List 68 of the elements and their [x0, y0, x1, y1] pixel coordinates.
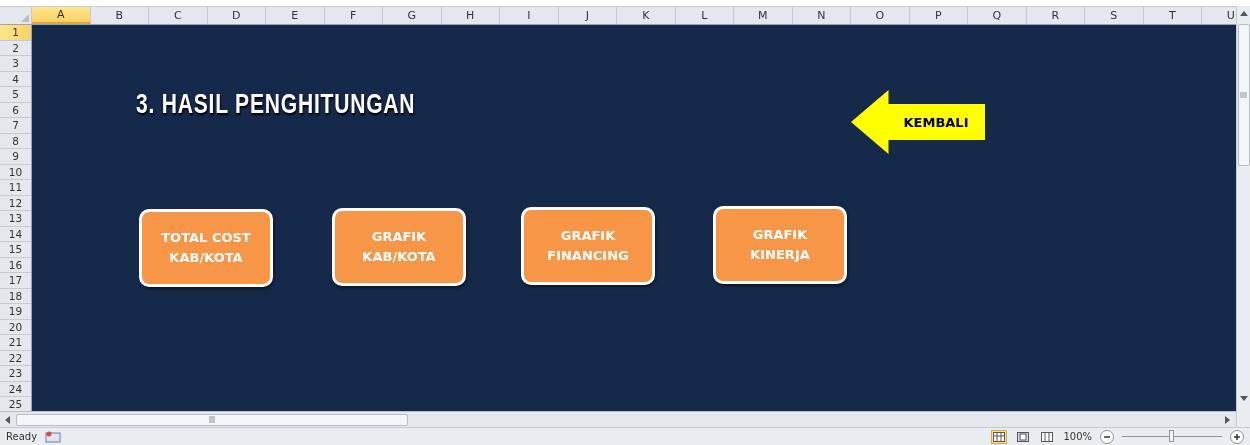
row-header[interactable]: 21	[0, 335, 31, 351]
row-header[interactable]: 8	[0, 133, 31, 149]
triangle-icon	[21, 14, 29, 22]
row-header[interactable]: 4	[0, 71, 31, 87]
row-header[interactable]: 16	[0, 257, 31, 273]
row-header[interactable]: 1	[0, 25, 31, 41]
view-button[interactable]	[991, 429, 1008, 444]
row-header[interactable]: 22	[0, 350, 31, 366]
sheet-title: 3. HASIL PENGHITUNGAN	[136, 89, 416, 120]
row-header[interactable]: 9	[0, 149, 31, 165]
scroll-right-icon[interactable]	[1224, 415, 1232, 424]
row-header[interactable]: 2	[0, 40, 31, 56]
row-header[interactable]: 5	[0, 87, 31, 103]
row-header[interactable]: 15	[0, 242, 31, 258]
column-header[interactable]: B	[90, 7, 149, 24]
scroll-down-icon[interactable]	[1239, 395, 1248, 403]
row-header[interactable]: 13	[0, 211, 31, 227]
view-button[interactable]	[1015, 429, 1032, 444]
row-header[interactable]: 23	[0, 366, 31, 382]
back-arrow-button[interactable]: KEMBALI	[851, 90, 985, 154]
column-header[interactable]: K	[617, 7, 676, 24]
grip-icon	[209, 416, 215, 423]
scrollbar-thumb[interactable]	[16, 413, 408, 426]
row-header[interactable]: 19	[0, 304, 31, 320]
zoom-level: 100%	[1063, 431, 1092, 442]
row-header[interactable]: 11	[0, 180, 31, 196]
macro-record-icon[interactable]	[45, 430, 62, 443]
columns-icon	[1041, 431, 1054, 442]
column-header[interactable]: P	[909, 7, 968, 24]
slider-thumb[interactable]	[1169, 429, 1174, 442]
grip-icon	[1240, 92, 1247, 98]
column-header[interactable]: L	[675, 7, 734, 24]
zoom-out-button[interactable]	[1100, 429, 1114, 444]
column-header[interactable]: H	[441, 7, 500, 24]
scrollbar-thumb[interactable]	[1237, 24, 1250, 166]
scroll-up-icon[interactable]	[1239, 10, 1248, 18]
column-header[interactable]: M	[734, 7, 793, 24]
column-header[interactable]: J	[558, 7, 617, 24]
plus-icon	[1233, 432, 1241, 441]
zoom-in-button[interactable]	[1230, 429, 1244, 444]
column-header[interactable]: D	[207, 7, 266, 24]
row-header[interactable]: 12	[0, 195, 31, 211]
column-header[interactable]: E	[266, 7, 325, 24]
row-header[interactable]: 14	[0, 226, 31, 242]
column-header[interactable]: O	[851, 7, 910, 24]
row-header[interactable]: 18	[0, 288, 31, 304]
column-header[interactable]: A	[32, 7, 91, 24]
column-header[interactable]: F	[324, 7, 383, 24]
row-header[interactable]: 6	[0, 102, 31, 118]
column-header[interactable]: T	[1143, 7, 1202, 24]
column-header[interactable]: R	[1026, 7, 1085, 24]
column-header[interactable]: N	[792, 7, 851, 24]
row-header[interactable]: 20	[0, 319, 31, 335]
column-header[interactable]: G	[383, 7, 442, 24]
row-header[interactable]: 3	[0, 56, 31, 72]
grid-icon	[993, 431, 1006, 442]
column-header[interactable]: Q	[968, 7, 1027, 24]
status-text: Ready	[6, 431, 38, 442]
row-header[interactable]: 17	[0, 273, 31, 289]
column-header[interactable]: C	[149, 7, 208, 24]
row-header[interactable]: 24	[0, 381, 31, 397]
scroll-left-icon[interactable]	[4, 415, 12, 424]
column-header[interactable]: S	[1085, 7, 1144, 24]
page-icon	[1017, 431, 1030, 442]
column-header[interactable]: I	[500, 7, 559, 24]
row-header[interactable]: 7	[0, 118, 31, 134]
view-button[interactable]	[1039, 429, 1056, 444]
row-header[interactable]: 10	[0, 164, 31, 180]
